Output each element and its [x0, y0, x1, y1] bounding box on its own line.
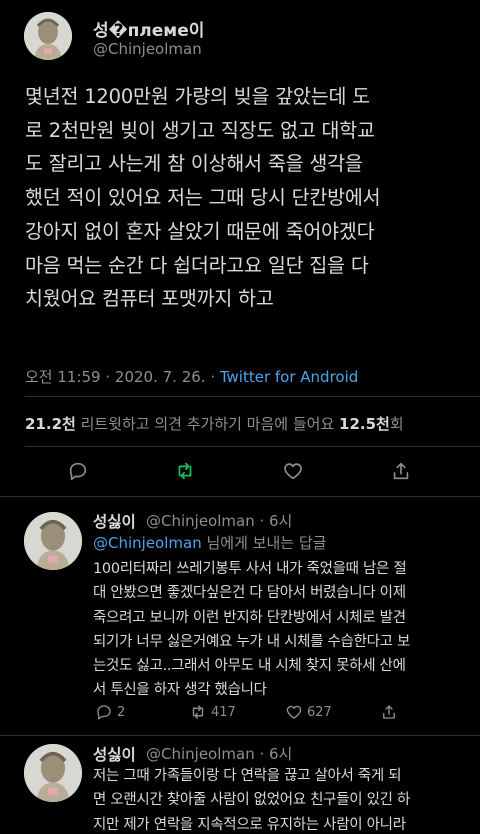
reply-text: 저는 그때 가족들이랑 다 연락을 끊고 살아서 죽게 되 면 오랜시간 찾아줄… [93, 764, 458, 834]
retweet-icon [192, 705, 204, 719]
avatar-image [24, 744, 82, 802]
share-icon [383, 705, 395, 719]
timestamp: 오전 11:59 · 2020. 7. 26. · [25, 368, 220, 386]
tweet-line: 했던 적이 있어요 저는 그때 당시 단칸방에서 [25, 186, 381, 210]
divider [25, 446, 480, 447]
reply-line: 는것도 싫고..그래서 아무도 내 시체 찾지 못하세 산에 [93, 658, 406, 675]
reply-button[interactable] [63, 456, 93, 486]
reply-meta: @Chinjeolman · 6시 [146, 745, 293, 763]
like-count: 627 [307, 704, 332, 720]
reply-line: 면 오랜시간 찾아줄 사람이 없었어요 친구들이 있긴 하 [93, 792, 411, 809]
reply-meta: @Chinjeolman · 6시 [146, 512, 293, 530]
tweet-line: 마음 먹는 순간 다 쉽더라고요 일단 집을 다 [25, 253, 369, 277]
tweet-line: 강아지 없이 혼자 살았기 때문에 죽어야겠다 [25, 219, 375, 243]
reply-line: 서 투신을 하자 생각 했습니다 [93, 682, 267, 699]
reply-line: 죽으려고 보니까 이런 반지하 단칸방에서 시체로 발견 [93, 609, 406, 626]
reply-retweet-button[interactable]: 417 [189, 703, 236, 721]
reply-icon [97, 705, 111, 720]
source-link[interactable]: Twitter for Android [220, 368, 358, 386]
reply-to: @Chinjeolman 님에게 보내는 답글 [93, 532, 326, 553]
like-count[interactable]: 12.5천 [339, 415, 390, 433]
author-name[interactable]: 성�племе이 [93, 16, 204, 41]
reply-count: 2 [117, 704, 126, 720]
heart-icon [286, 705, 302, 719]
reply-line: 되기가 너무 싫은거예요 누가 내 시체를 수습한다고 보 [93, 633, 411, 650]
retweet-button[interactable] [170, 456, 200, 486]
avatar[interactable] [24, 12, 72, 60]
divider [25, 396, 480, 397]
avatar-image [24, 512, 82, 570]
divider [0, 735, 480, 736]
tweet-timestamp: 오전 11:59 · 2020. 7. 26. · Twitter for An… [25, 366, 358, 387]
like-button[interactable] [278, 456, 308, 486]
retweet-count: 417 [211, 704, 236, 720]
reply-line: 100리터짜리 쓰레기봉투 사서 내가 죽었을때 남은 절 [93, 561, 407, 577]
retweet-count[interactable]: 21.2천 [25, 415, 76, 433]
reply-reply-button[interactable]: 2 [95, 703, 125, 721]
reply-text: 100리터짜리 쓰레기봉투 사서 내가 죽었을때 남은 절 대 안봤으면 좋겠다… [93, 557, 458, 703]
tweet-stats: 21.2천 리트윗하고 의견 추가하기 마음에 들어요 12.5천회 [25, 413, 404, 434]
avatar-image [24, 12, 72, 60]
share-button[interactable] [386, 456, 416, 486]
reply-line: 저는 그때 가족들이랑 다 연락을 끊고 살아서 죽게 되 [93, 768, 402, 784]
reply-line: 대 안봤으면 좋겠다싶은건 다 담아서 버렸습니다 이제 [93, 585, 406, 602]
tweet-text: 몇년전 1200만원 가량의 빚을 갚았는데 도 로 2천만원 빚이 생기고 직… [25, 80, 465, 316]
tweet-line: 몇년전 1200만원 가량의 빚을 갚았는데 도 [25, 85, 370, 108]
avatar[interactable] [24, 744, 82, 802]
author-handle[interactable]: @Chinjeolman [93, 40, 202, 58]
reply-author-name[interactable]: 성싫이 [93, 510, 136, 532]
tweet-line: 로 2천만원 빚이 생기고 직장도 없고 대학교 [25, 118, 375, 142]
avatar[interactable] [24, 512, 82, 570]
like-label: 회 [389, 415, 404, 433]
reply-author-name[interactable]: 성싫이 [93, 743, 136, 765]
retweet-icon [178, 462, 192, 480]
reply-line: 지만 제가 연락을 지속적으로 유지하는 사람이 아니라 [93, 816, 406, 833]
heart-icon [284, 463, 302, 480]
share-icon [393, 462, 409, 480]
retweet-label: 리트윗하고 의견 추가하기 마음에 들어요 [75, 415, 340, 433]
reply-icon [69, 462, 87, 481]
mention-link[interactable]: @Chinjeolman [93, 534, 202, 552]
reply-share-button[interactable] [380, 703, 402, 721]
reply-like-button[interactable]: 627 [285, 703, 332, 721]
tweet-line: 치웠어요 컴퓨터 포맷까지 하고 [25, 287, 274, 311]
tweet-line: 도 잘리고 사는게 참 이상해서 죽을 생각을 [25, 152, 363, 176]
divider [0, 496, 480, 497]
reply-to-label: 님에게 보내는 답글 [201, 534, 327, 552]
